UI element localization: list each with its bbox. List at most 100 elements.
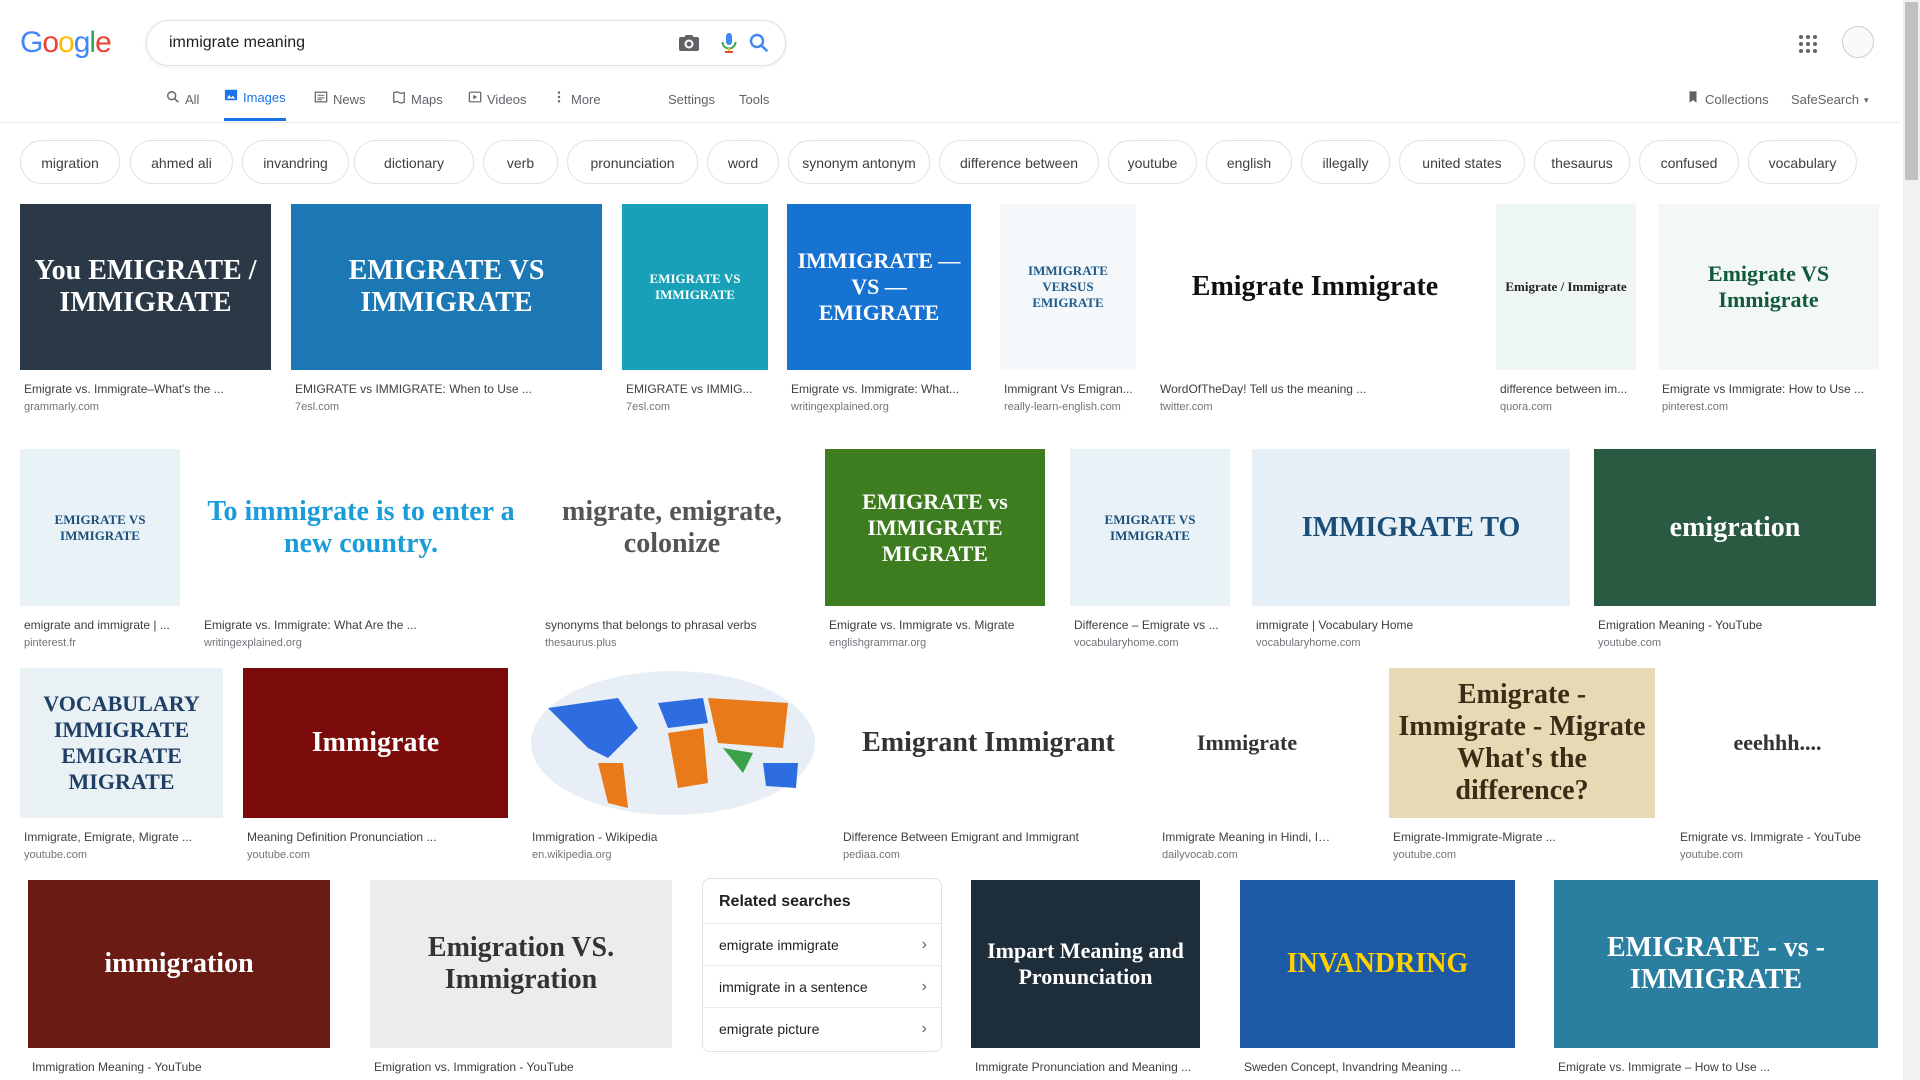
tab-news[interactable]: News bbox=[314, 78, 366, 121]
suggestion-chip[interactable]: dictionary bbox=[354, 140, 474, 184]
result-thumbnail[interactable]: EMIGRATE VS IMMIGRATE bbox=[622, 204, 768, 370]
result-title[interactable]: Difference – Emigrate vs ... bbox=[1074, 618, 1228, 632]
tab-all[interactable]: All bbox=[166, 78, 199, 121]
image-result[interactable]: Emigrate / Immigrate difference between i… bbox=[1496, 204, 1636, 420]
search-icon[interactable] bbox=[747, 31, 771, 55]
result-source[interactable]: pinterest.com bbox=[1662, 401, 1728, 413]
result-thumbnail[interactable]: IMMIGRATE TO bbox=[1252, 449, 1570, 606]
image-result[interactable]: Immigrate Meaning Definition Pronunciatio… bbox=[243, 668, 508, 868]
suggestion-chip[interactable]: illegally bbox=[1301, 140, 1390, 184]
result-title[interactable]: Difference Between Emigrant and Immigran… bbox=[843, 830, 1136, 844]
result-title[interactable]: Emigrate-Immigrate-Migrate ... bbox=[1393, 830, 1653, 844]
result-thumbnail[interactable]: EMIGRATE VS IMMIGRATE bbox=[1070, 449, 1230, 606]
apps-grid-icon[interactable] bbox=[1796, 32, 1820, 56]
result-source[interactable]: twitter.com bbox=[1160, 401, 1213, 413]
result-title[interactable]: EMIGRATE vs IMMIGRATE: When to Use ... bbox=[295, 382, 600, 396]
result-source[interactable]: 7esl.com bbox=[626, 401, 670, 413]
result-title[interactable]: Emigrate vs Immigrate: How to Use ... bbox=[1662, 382, 1877, 396]
suggestion-chip[interactable]: synonym antonym bbox=[788, 140, 930, 184]
image-result[interactable]: INVANDRING Sweden Concept, Invandring Mea… bbox=[1240, 880, 1515, 1080]
result-title[interactable]: synonyms that belongs to phrasal verbs bbox=[545, 618, 801, 632]
result-title[interactable]: Immigration Meaning - YouTube bbox=[32, 1060, 328, 1074]
image-result[interactable]: IMMIGRATE TO immigrate | Vocabulary Home v… bbox=[1252, 449, 1570, 656]
result-thumbnail[interactable]: Immigrate bbox=[1158, 668, 1336, 818]
result-source[interactable]: writingexplained.org bbox=[204, 637, 302, 649]
image-result[interactable]: Emigrate Immigrate WordOfTheDay! Tell us … bbox=[1156, 204, 1474, 420]
tab-videos[interactable]: Videos bbox=[468, 78, 527, 121]
image-result[interactable]: EMIGRATE vs IMMIGRATE MIGRATE Emigrate vs… bbox=[825, 449, 1045, 656]
related-search-item[interactable]: emigrate immigrate › bbox=[703, 923, 941, 965]
result-title[interactable]: Emigrate vs. Immigrate: What... bbox=[791, 382, 969, 396]
suggestion-chip[interactable]: youtube bbox=[1108, 140, 1197, 184]
result-source[interactable]: pinterest.fr bbox=[24, 637, 76, 649]
image-result[interactable]: immigration Immigration Meaning - YouTube… bbox=[28, 880, 330, 1080]
result-thumbnail[interactable]: VOCABULARY IMMIGRATE EMIGRATE MIGRATE bbox=[20, 668, 223, 818]
camera-icon[interactable] bbox=[677, 31, 701, 55]
result-title[interactable]: Emigrate vs. Immigrate vs. Migrate bbox=[829, 618, 1043, 632]
result-source[interactable]: quora.com bbox=[1500, 401, 1552, 413]
result-thumbnail[interactable]: EMIGRATE vs IMMIGRATE MIGRATE bbox=[825, 449, 1045, 606]
result-thumbnail[interactable]: IMMIGRATE — VS — EMIGRATE bbox=[787, 204, 971, 370]
suggestion-chip[interactable]: invandring bbox=[242, 140, 349, 184]
result-thumbnail[interactable]: Emigration VS. Immigration bbox=[370, 880, 672, 1048]
result-thumbnail[interactable]: Impart Meaning and Pronunciation bbox=[971, 880, 1200, 1048]
result-thumbnail[interactable]: Immigrate bbox=[243, 668, 508, 818]
result-title[interactable]: WordOfTheDay! Tell us the meaning ... bbox=[1160, 382, 1472, 396]
result-source[interactable]: really-learn-english.com bbox=[1004, 401, 1121, 413]
suggestion-chip[interactable]: confused bbox=[1639, 140, 1739, 184]
result-title[interactable]: emigrate and immigrate | ... bbox=[24, 618, 178, 632]
image-result[interactable]: EMIGRATE - vs - IMMIGRATE Emigrate vs. Im… bbox=[1554, 880, 1878, 1080]
result-title[interactable]: immigrate | Vocabulary Home bbox=[1256, 618, 1568, 632]
image-result[interactable]: EMIGRATE VS IMMIGRATE EMIGRATE vs IMMIG..… bbox=[622, 204, 768, 420]
image-result[interactable]: To immigrate is to enter a new country. E… bbox=[200, 449, 522, 656]
image-result[interactable]: Immigrate Immigrate Meaning in Hindi, Imm… bbox=[1158, 668, 1336, 868]
result-title[interactable]: Emigrate vs. Immigrate: What Are the ... bbox=[204, 618, 520, 632]
result-title[interactable]: Immigrate, Emigrate, Migrate ... bbox=[24, 830, 221, 844]
result-thumbnail[interactable]: Emigrate / Immigrate bbox=[1496, 204, 1636, 370]
result-thumbnail[interactable]: migrate, emigrate, colonize bbox=[541, 449, 803, 606]
tab-settings[interactable]: Settings bbox=[668, 78, 715, 121]
result-title[interactable]: Immigrant Vs Emigran... bbox=[1004, 382, 1134, 396]
result-thumbnail[interactable]: INVANDRING bbox=[1240, 880, 1515, 1048]
suggestion-chip[interactable]: ahmed ali bbox=[130, 140, 233, 184]
result-title[interactable]: Emigrate vs. Immigrate - YouTube bbox=[1680, 830, 1877, 844]
collections-button[interactable]: Collections bbox=[1686, 78, 1769, 121]
page-scrollbar[interactable] bbox=[1903, 0, 1920, 1080]
image-result[interactable]: EMIGRATE VS IMMIGRATE Difference – Emigra… bbox=[1070, 449, 1230, 656]
related-search-item[interactable]: immigrate in a sentence › bbox=[703, 965, 941, 1007]
suggestion-chip[interactable]: word bbox=[707, 140, 779, 184]
result-source[interactable]: writingexplained.org bbox=[791, 401, 889, 413]
result-source[interactable]: englishgrammar.org bbox=[829, 637, 926, 649]
image-result[interactable]: VOCABULARY IMMIGRATE EMIGRATE MIGRATE Imm… bbox=[20, 668, 223, 868]
result-thumbnail[interactable]: IMMIGRATE VERSUS EMIGRATE bbox=[1000, 204, 1136, 370]
result-thumbnail[interactable]: Emigrant Immigrant bbox=[839, 668, 1138, 818]
image-result[interactable]: Emigrate VS Immigrate Emigrate vs Immigra… bbox=[1658, 204, 1879, 420]
result-source[interactable]: youtube.com bbox=[1680, 849, 1743, 861]
image-result[interactable]: EMIGRATE VS IMMIGRATE EMIGRATE vs IMMIGRA… bbox=[291, 204, 602, 420]
suggestion-chip[interactable]: thesaurus bbox=[1534, 140, 1630, 184]
result-title[interactable]: Immigration - Wikipedia bbox=[532, 830, 817, 844]
microphone-icon[interactable] bbox=[717, 31, 741, 55]
tab-tools[interactable]: Tools bbox=[739, 78, 769, 121]
suggestion-chip[interactable]: united states bbox=[1399, 140, 1525, 184]
image-result[interactable]: Impart Meaning and Pronunciation Immigrat… bbox=[971, 880, 1200, 1080]
result-source[interactable]: youtube.com bbox=[24, 849, 87, 861]
result-title[interactable]: Meaning Definition Pronunciation ... bbox=[247, 830, 506, 844]
result-source[interactable]: youtube.com bbox=[1393, 849, 1456, 861]
result-thumbnail[interactable]: emigration bbox=[1594, 449, 1876, 606]
result-source[interactable]: grammarly.com bbox=[24, 401, 99, 413]
account-avatar[interactable] bbox=[1842, 26, 1874, 58]
scrollbar-thumb[interactable] bbox=[1905, 2, 1918, 180]
image-result[interactable]: IMMIGRATE — VS — EMIGRATE Emigrate vs. Im… bbox=[787, 204, 971, 420]
suggestion-chip[interactable]: migration bbox=[20, 140, 120, 184]
search-input[interactable] bbox=[167, 31, 651, 55]
result-title[interactable]: Emigration Meaning - YouTube bbox=[1598, 618, 1874, 632]
image-result[interactable]: EMIGRATE VS IMMIGRATE emigrate and immigr… bbox=[20, 449, 180, 656]
image-result[interactable]: migrate, emigrate, colonize synonyms that… bbox=[541, 449, 803, 656]
tab-more[interactable]: More bbox=[552, 78, 601, 121]
suggestion-chip[interactable]: english bbox=[1206, 140, 1292, 184]
result-source[interactable]: dailyvocab.com bbox=[1162, 849, 1238, 861]
image-result[interactable]: You EMIGRATE / IMMIGRATE Emigrate vs. Imm… bbox=[20, 204, 271, 420]
result-title[interactable]: Immigrate Pronunciation and Meaning ... bbox=[975, 1060, 1198, 1074]
result-thumbnail[interactable]: EMIGRATE VS IMMIGRATE bbox=[20, 449, 180, 606]
